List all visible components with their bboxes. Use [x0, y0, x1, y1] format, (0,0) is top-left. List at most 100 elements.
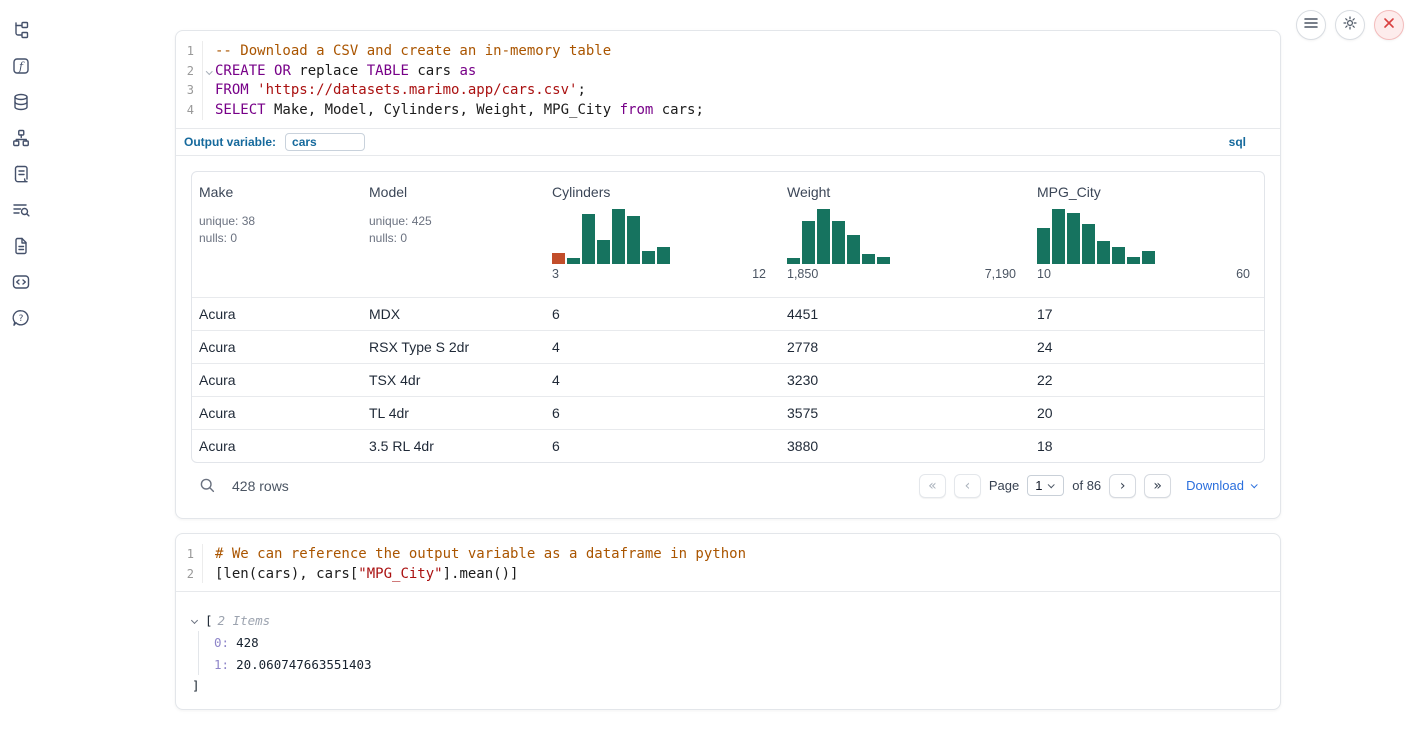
- table-cell: Acura: [192, 430, 362, 462]
- items-count-label: 2 Items: [218, 613, 271, 628]
- histogram-bar[interactable]: [1097, 241, 1110, 264]
- page-label: Page: [989, 478, 1019, 493]
- next-page-button[interactable]: ›: [1109, 474, 1136, 498]
- hist-min-label: 3: [552, 267, 559, 281]
- histogram-bar[interactable]: [657, 247, 670, 264]
- histogram-bar[interactable]: [567, 258, 580, 264]
- last-page-button[interactable]: »: [1144, 474, 1171, 498]
- python-code-editor[interactable]: 1# We can reference the output variable …: [176, 534, 1280, 591]
- code-line[interactable]: 2CREATE OR replace TABLE cars as: [176, 61, 1280, 81]
- output-variable-row: Output variable: sql: [176, 128, 1280, 156]
- histogram-bar[interactable]: [1082, 224, 1095, 264]
- table-footer: 428 rows « ‹ Page 1 of 86 › » Download: [191, 466, 1265, 506]
- table-row[interactable]: AcuraTSX 4dr4323022: [192, 363, 1264, 396]
- histogram-bar[interactable]: [877, 257, 890, 264]
- table-cell: Acura: [192, 298, 362, 330]
- sidebar-item-dependency-graph[interactable]: [10, 130, 32, 150]
- hamburger-icon: [1304, 16, 1318, 34]
- histogram-bar[interactable]: [597, 240, 610, 264]
- table-cell: 6: [545, 430, 780, 462]
- scroll-icon: [11, 164, 31, 189]
- table-cell: 18: [1030, 430, 1264, 462]
- search-icon[interactable]: [199, 477, 216, 494]
- list-item: 0: 428: [214, 631, 1264, 653]
- histogram-bar[interactable]: [642, 251, 655, 264]
- histogram-bar[interactable]: [612, 209, 625, 264]
- histogram-bar[interactable]: [862, 254, 875, 263]
- settings-button[interactable]: [1335, 10, 1365, 40]
- histogram-bar[interactable]: [552, 253, 565, 264]
- histogram-bar[interactable]: [1112, 247, 1125, 264]
- page-select[interactable]: 1: [1027, 475, 1064, 496]
- list-item: 1: 20.060747663551403: [214, 653, 1264, 675]
- histogram-bar[interactable]: [1142, 251, 1155, 264]
- line-number: 1: [176, 41, 203, 61]
- histogram-bar[interactable]: [847, 235, 860, 264]
- table-cell: 20: [1030, 397, 1264, 429]
- table-cell: TSX 4dr: [362, 364, 545, 396]
- histogram-bar[interactable]: [627, 216, 640, 263]
- download-button[interactable]: Download: [1186, 478, 1256, 493]
- shutdown-button[interactable]: [1374, 10, 1404, 40]
- table-row[interactable]: AcuraRSX Type S 2dr4277824: [192, 330, 1264, 363]
- file-tree-icon: [11, 20, 31, 45]
- first-page-button[interactable]: «: [919, 474, 946, 498]
- sidebar-item-help[interactable]: ?: [10, 310, 32, 330]
- histogram-bar[interactable]: [787, 258, 800, 264]
- prev-page-button[interactable]: ‹: [954, 474, 981, 498]
- code-line[interactable]: 3FROM 'https://datasets.marimo.app/cars.…: [176, 80, 1280, 100]
- code-line[interactable]: 1-- Download a CSV and create an in-memo…: [176, 41, 1280, 61]
- code-text: -- Download a CSV and create an in-memor…: [203, 43, 611, 59]
- table-cell: 24: [1030, 331, 1264, 363]
- table-cell: 22: [1030, 364, 1264, 396]
- list-close-bracket: ]: [192, 675, 1264, 695]
- code-line[interactable]: 4SELECT Make, Model, Cylinders, Weight, …: [176, 100, 1280, 120]
- hist-min-label: 10: [1037, 267, 1051, 281]
- column-header-cylinders[interactable]: Cylinders 3 12: [545, 172, 780, 297]
- collapse-caret-icon[interactable]: [191, 617, 198, 624]
- sidebar-item-file-tree[interactable]: [10, 22, 32, 42]
- histogram-bar[interactable]: [832, 221, 845, 264]
- column-header-model[interactable]: Model unique: 425 nulls: 0: [362, 172, 545, 297]
- histogram-bar[interactable]: [1127, 257, 1140, 264]
- sidebar-item-snippets[interactable]: [10, 274, 32, 294]
- database-icon: [11, 92, 31, 117]
- table-row[interactable]: AcuraMDX6445117: [192, 297, 1264, 330]
- sidebar-item-scratchpad[interactable]: [10, 166, 32, 186]
- item-value: 428: [236, 635, 259, 650]
- column-header-weight[interactable]: Weight 1,850 7,190: [780, 172, 1030, 297]
- item-value: 20.060747663551403: [236, 657, 371, 672]
- column-header-mpg-city[interactable]: MPG_City 10 60: [1030, 172, 1264, 297]
- table-cell: 3880: [780, 430, 1030, 462]
- column-stat: nulls: 0: [369, 230, 537, 247]
- table-row[interactable]: Acura3.5 RL 4dr6388018: [192, 429, 1264, 462]
- histogram-bar[interactable]: [802, 221, 815, 264]
- table-cell: 2778: [780, 331, 1030, 363]
- table-cell: Acura: [192, 331, 362, 363]
- histogram-bar[interactable]: [817, 209, 830, 264]
- column-header-make[interactable]: Make unique: 38 nulls: 0: [192, 172, 362, 297]
- output-variable-input[interactable]: [285, 133, 365, 151]
- table-cell: 4451: [780, 298, 1030, 330]
- histogram-bar[interactable]: [1067, 213, 1080, 264]
- sidebar-item-logs[interactable]: [10, 202, 32, 222]
- table-body: AcuraMDX6445117AcuraRSX Type S 2dr427782…: [192, 297, 1264, 462]
- line-number: 2: [176, 564, 203, 584]
- help-chat-icon: ?: [11, 308, 31, 333]
- sidebar-item-functions[interactable]: f: [10, 58, 32, 78]
- histogram-bar[interactable]: [1037, 228, 1050, 264]
- code-text: CREATE OR replace TABLE cars as: [203, 63, 476, 79]
- code-line[interactable]: 1# We can reference the output variable …: [176, 544, 1280, 564]
- sidebar-item-documentation[interactable]: [10, 238, 32, 258]
- histogram-bar[interactable]: [1052, 209, 1065, 264]
- sidebar-item-datasources[interactable]: [10, 94, 32, 114]
- line-number: 4: [176, 100, 203, 120]
- last-page-icon: »: [1153, 478, 1162, 494]
- histogram-bar[interactable]: [582, 214, 595, 264]
- sql-code-editor[interactable]: 1-- Download a CSV and create an in-memo…: [176, 31, 1280, 128]
- code-line[interactable]: 2[len(cars), cars["MPG_City"].mean()]: [176, 564, 1280, 584]
- item-index: 1:: [214, 657, 229, 672]
- next-page-icon: ›: [1120, 478, 1126, 494]
- table-row[interactable]: AcuraTL 4dr6357520: [192, 396, 1264, 429]
- menu-button[interactable]: [1296, 10, 1326, 40]
